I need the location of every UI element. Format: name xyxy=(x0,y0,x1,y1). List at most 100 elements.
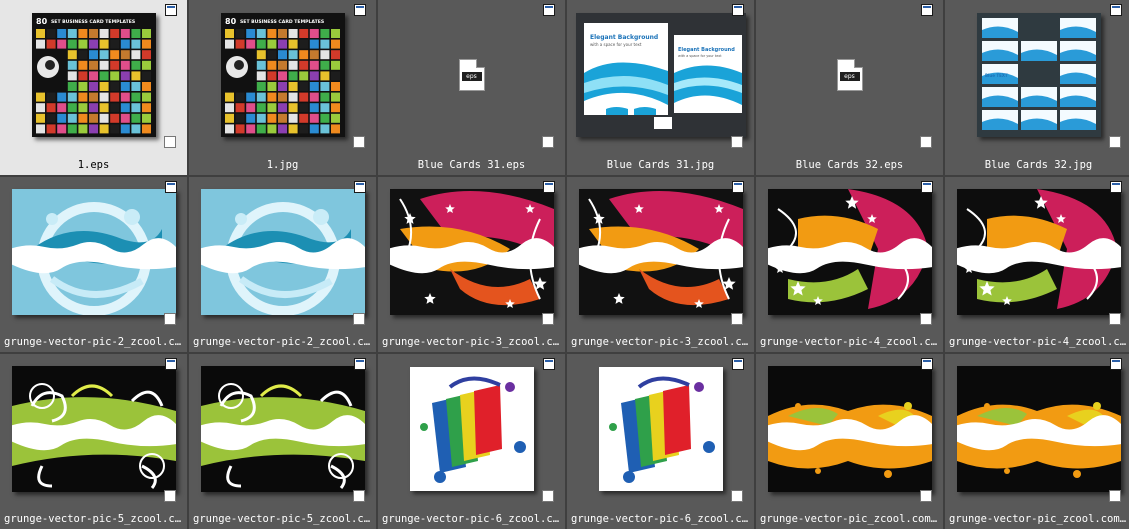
select-checkbox[interactable] xyxy=(353,136,365,148)
file-thumbnail-item[interactable]: grunge-vector-pic-3_zcool.c... xyxy=(378,177,565,352)
thumbnail-area[interactable] xyxy=(189,354,376,504)
file-thumbnail-item[interactable]: grunge-vector-pic-5_zcool.c... xyxy=(189,354,376,529)
svg-text:Elegant Background: Elegant Background xyxy=(590,34,658,41)
file-placeholder-icon: eps xyxy=(458,59,485,91)
thumbnail-area[interactable] xyxy=(0,177,187,327)
select-checkbox[interactable] xyxy=(164,136,176,148)
thumbnail-image xyxy=(598,367,723,491)
thumbnail-image: Elegant Backgroundwith a space for your … xyxy=(575,13,746,137)
image-file-icon xyxy=(732,4,744,16)
image-file-icon xyxy=(165,181,177,193)
file-placeholder-icon: eps xyxy=(836,59,863,91)
file-name-label: grunge-vector-pic_zcool.com... xyxy=(949,513,1129,525)
image-file-icon xyxy=(165,358,177,370)
thumbnail-area[interactable]: 80 SET BUSINESS CARD TEMPLATES xyxy=(0,0,187,150)
thumbnail-area[interactable]: Elegant Background with a space for your … xyxy=(567,0,754,150)
select-checkbox[interactable] xyxy=(731,313,743,325)
image-file-icon xyxy=(1110,181,1122,193)
thumbnail-image xyxy=(389,189,554,315)
thumbnail-image: 80 SET BUSINESS CARD TEMPLATES xyxy=(220,13,345,137)
file-name-label: grunge-vector-pic-4_zcool.c... xyxy=(760,336,943,348)
file-thumbnail-item[interactable]: Blue TEXT Blue Cards 32.jpg xyxy=(945,0,1129,175)
file-name-label: grunge-vector-pic_zcool.com... xyxy=(760,513,943,525)
file-name-label: grunge-vector-pic-5_zcool.c... xyxy=(4,513,187,525)
image-file-icon xyxy=(1110,358,1122,370)
svg-text:with a space for your text: with a space for your text xyxy=(590,42,642,47)
thumbnail-image xyxy=(200,366,365,492)
image-file-icon xyxy=(354,4,366,16)
select-checkbox[interactable] xyxy=(353,313,365,325)
select-checkbox[interactable] xyxy=(920,136,932,148)
image-file-icon xyxy=(354,358,366,370)
file-thumbnail-item[interactable]: grunge-vector-pic-6_zcool.c... xyxy=(378,354,565,529)
select-checkbox[interactable] xyxy=(542,490,554,502)
thumbnail-area[interactable] xyxy=(189,177,376,327)
file-thumbnail-item[interactable]: grunge-vector-pic-2_zcool.c... xyxy=(189,177,376,352)
file-thumbnail-item[interactable]: eps Blue Cards 32.eps xyxy=(756,0,943,175)
thumbnail-area[interactable]: 80 SET BUSINESS CARD TEMPLATES xyxy=(189,0,376,150)
thumbnail-area[interactable] xyxy=(378,354,565,504)
svg-text:80: 80 xyxy=(36,17,48,26)
file-thumbnail-item[interactable]: 80 SET BUSINESS CARD TEMPLATES 1.jpg xyxy=(189,0,376,175)
file-thumbnail-item[interactable]: grunge-vector-pic-3_zcool.c... xyxy=(567,177,754,352)
thumbnail-area[interactable] xyxy=(756,177,943,327)
thumbnail-image xyxy=(956,189,1121,315)
file-thumbnail-item[interactable]: Elegant Background with a space for your … xyxy=(567,0,754,175)
svg-text:Elegant Background: Elegant Background xyxy=(678,47,735,53)
eps-file-icon xyxy=(165,4,177,16)
select-checkbox[interactable] xyxy=(731,136,743,148)
eps-file-icon xyxy=(543,4,555,16)
file-name-label: grunge-vector-pic-2_zcool.c... xyxy=(193,336,376,348)
select-checkbox[interactable] xyxy=(1109,313,1121,325)
file-name-label: Blue Cards 31.jpg xyxy=(606,159,715,171)
file-name-label: grunge-vector-pic-6_zcool.c... xyxy=(571,513,754,525)
thumbnail-image xyxy=(409,367,534,491)
image-file-icon xyxy=(354,181,366,193)
image-file-icon xyxy=(1110,4,1122,16)
image-file-icon xyxy=(921,358,933,370)
file-name-label: grunge-vector-pic-3_zcool.c... xyxy=(571,336,754,348)
file-thumbnail-item[interactable]: grunge-vector-pic-2_zcool.c... xyxy=(0,177,187,352)
select-checkbox[interactable] xyxy=(1109,136,1121,148)
thumbnail-area[interactable] xyxy=(378,177,565,327)
file-thumbnail-item[interactable]: grunge-vector-pic-5_zcool.c... xyxy=(0,354,187,529)
thumbnail-area[interactable] xyxy=(0,354,187,504)
file-name-label: Blue Cards 32.jpg xyxy=(984,159,1093,171)
thumbnail-image xyxy=(578,189,743,315)
select-checkbox[interactable] xyxy=(731,490,743,502)
thumbnail-image xyxy=(767,366,932,492)
image-file-icon xyxy=(543,181,555,193)
select-checkbox[interactable] xyxy=(542,313,554,325)
thumbnail-area[interactable] xyxy=(945,177,1129,327)
svg-text:with a space for your text: with a space for your text xyxy=(678,54,722,58)
thumbnail-area[interactable]: eps xyxy=(378,0,565,150)
thumbnail-area[interactable] xyxy=(567,177,754,327)
thumbnail-area[interactable] xyxy=(945,354,1129,504)
file-thumbnail-item[interactable]: eps Blue Cards 31.eps xyxy=(378,0,565,175)
file-thumbnail-item[interactable]: grunge-vector-pic-4_zcool.c... xyxy=(756,177,943,352)
file-thumbnail-item[interactable]: grunge-vector-pic-4_zcool.c... xyxy=(945,177,1129,352)
thumbnail-area[interactable]: eps xyxy=(756,0,943,150)
file-name-label: 1.jpg xyxy=(266,159,299,171)
thumbnail-area[interactable]: Blue TEXT xyxy=(945,0,1129,150)
image-file-icon xyxy=(732,358,744,370)
thumbnail-image: Blue TEXT xyxy=(976,13,1101,137)
select-checkbox[interactable] xyxy=(353,490,365,502)
select-checkbox[interactable] xyxy=(164,490,176,502)
file-thumbnail-item[interactable]: grunge-vector-pic_zcool.com... xyxy=(756,354,943,529)
thumbnail-area[interactable] xyxy=(567,354,754,504)
thumbnail-image xyxy=(11,189,176,315)
select-checkbox[interactable] xyxy=(542,136,554,148)
file-thumbnail-item[interactable]: 80 SET BUSINESS CARD TEMPLATES 1.eps xyxy=(0,0,187,175)
select-checkbox[interactable] xyxy=(920,490,932,502)
select-checkbox[interactable] xyxy=(1109,490,1121,502)
select-checkbox[interactable] xyxy=(920,313,932,325)
image-file-icon xyxy=(543,358,555,370)
thumbnail-grid: 80 SET BUSINESS CARD TEMPLATES 1.eps 80 SET … xyxy=(0,0,1129,529)
thumbnail-area[interactable] xyxy=(756,354,943,504)
select-checkbox[interactable] xyxy=(164,313,176,325)
file-name-label: grunge-vector-pic-5_zcool.c... xyxy=(193,513,376,525)
file-thumbnail-item[interactable]: grunge-vector-pic-6_zcool.c... xyxy=(567,354,754,529)
file-thumbnail-item[interactable]: grunge-vector-pic_zcool.com... xyxy=(945,354,1129,529)
file-name-label: Blue Cards 31.eps xyxy=(417,159,526,171)
